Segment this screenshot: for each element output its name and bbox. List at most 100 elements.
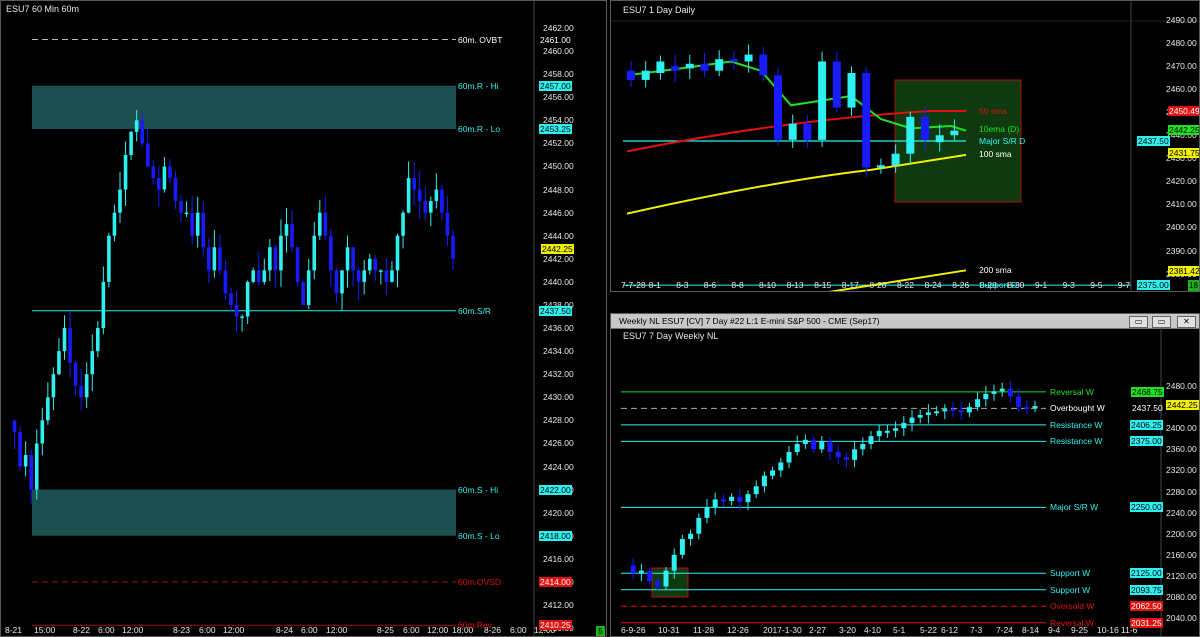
candle-body — [884, 430, 890, 433]
y-tick-label: 2120.00 — [1166, 570, 1197, 581]
chart-60min-price-badge: 2442.25 — [541, 244, 574, 254]
y-tick-label: 2320.00 — [1166, 465, 1197, 476]
candle-body — [700, 63, 709, 71]
x-tick-label: 4-10 — [864, 625, 882, 635]
candle-body — [729, 59, 738, 62]
y-tick-label: 2450.00 — [543, 161, 574, 172]
candle-body — [1007, 388, 1013, 397]
candle-body — [423, 201, 428, 213]
candle-body — [395, 235, 400, 271]
candle-body — [832, 61, 841, 108]
candle-body — [162, 166, 167, 190]
candle-body — [51, 374, 56, 398]
y-tick-label: 2410.00 — [1166, 199, 1197, 210]
candle-body — [704, 507, 710, 518]
candle-body — [390, 270, 394, 282]
candle-body — [647, 570, 653, 582]
candle-body — [818, 61, 827, 140]
x-tick-label: 5-22 — [920, 625, 938, 635]
y-tick-label: 2440.00 — [543, 276, 574, 287]
candle-body — [774, 75, 782, 140]
x-tick-label: 6:00 — [403, 625, 420, 635]
candle-body — [218, 247, 222, 271]
candle-body — [770, 470, 776, 476]
candle-body — [223, 270, 228, 294]
x-tick-label: 8-25 — [377, 625, 395, 635]
level-value-badge: 2453.25 — [539, 123, 572, 134]
candle-body — [983, 393, 989, 400]
y-tick-label: 2412.00 — [543, 600, 574, 610]
candle-body — [256, 270, 261, 282]
x-tick-label: 15:00 — [34, 625, 56, 635]
sma200-badge: 2381.42 — [1168, 266, 1200, 276]
candle-body — [638, 570, 644, 574]
level-value-badge: 2406.25 — [1130, 419, 1163, 430]
chart-weekly-canvas — [621, 328, 1162, 636]
y-tick-label: 2420.00 — [543, 507, 574, 518]
candle-body — [696, 517, 702, 534]
x-tick-label: 12:00 — [223, 625, 245, 635]
chart-daily-panel[interactable]: ESU7 1 Day Daily 2490.00 2480.00 2470.00 24… — [610, 0, 1200, 292]
major-sr-daily-label: Major S/R D — [979, 136, 1026, 146]
chart-weekly-panel[interactable]: Weekly NL ESU7 [CV] 7 Day #22 L:1 E-mini… — [610, 313, 1200, 637]
candle-body — [819, 441, 825, 450]
candle-body — [761, 475, 767, 487]
sma100-badge: 2431.75 — [1168, 148, 1200, 158]
candle-body — [906, 116, 915, 154]
level-label: 60m.OVSD — [458, 576, 501, 587]
candle-body — [802, 439, 808, 445]
sma50-badge: 2450.49 — [1168, 106, 1200, 116]
candle-body — [73, 362, 78, 386]
candle-body — [917, 415, 923, 418]
candle-body — [340, 270, 344, 294]
candle-body — [862, 73, 871, 168]
level-value-badge: 2461.00 — [540, 34, 571, 45]
level-value-badge: 2437.50 — [1132, 403, 1163, 414]
chart-60min-panel[interactable]: ESU7 60 Min 60m 2462.00 2460.00 2458.00 245… — [0, 0, 607, 637]
x-tick-label: 8-15 — [814, 280, 832, 290]
level-label: Overbought W — [1050, 403, 1105, 414]
y-tick-label: 2280.00 — [1166, 486, 1197, 497]
ema10-badge: 2442.25 — [1168, 125, 1200, 135]
candle-body — [688, 533, 694, 539]
x-tick-label: 8-23 — [173, 625, 191, 635]
chart-60min-canvas — [12, 1, 535, 636]
candle-body — [958, 410, 964, 413]
candle-body — [96, 328, 100, 352]
x-tick-label: 8-22 — [897, 280, 915, 290]
level-label: 60m.S/R — [458, 305, 492, 316]
candle-body — [301, 281, 305, 305]
x-tick-label: 12:00 — [326, 625, 348, 635]
candle-body — [318, 212, 322, 236]
candle-body — [925, 412, 931, 416]
x-tick-label: 8-8 — [731, 280, 744, 290]
candle-body — [778, 462, 784, 471]
candle-body — [12, 420, 17, 432]
level-label: 60m.R - Lo — [458, 123, 501, 134]
level-value-badge: 2414.00 — [539, 576, 572, 587]
candle-body — [712, 499, 718, 508]
candle-body — [190, 212, 194, 236]
y-tick-label: 2460.00 — [543, 46, 574, 57]
chart-weekly-title: ESU7 7 Day Weekly NL — [623, 331, 719, 341]
y-tick-label: 2480.00 — [1166, 38, 1197, 49]
candle-body — [268, 247, 272, 271]
y-tick-label: 2360.00 — [1166, 444, 1197, 455]
candle-body — [753, 486, 759, 495]
candle-body — [118, 189, 122, 213]
chart-60min-title: ESU7 60 Min 60m — [6, 4, 80, 14]
y-tick-label: 2462.00 — [543, 23, 574, 33]
x-tick-label: 8-13 — [786, 280, 804, 290]
x-tick-label: 6-12 — [941, 625, 959, 635]
x-tick-label: 12:00 — [427, 625, 449, 635]
x-tick-label: 2-27 — [809, 625, 827, 635]
candle-body — [671, 554, 677, 571]
candle-body — [663, 570, 669, 587]
candle-body — [630, 565, 636, 574]
y-tick-label: 2480.00 — [1166, 381, 1197, 391]
candle-body — [367, 258, 372, 271]
candle-body — [891, 153, 900, 166]
candle-body — [207, 247, 211, 271]
candle-body — [312, 235, 317, 271]
candle-body — [950, 130, 959, 136]
